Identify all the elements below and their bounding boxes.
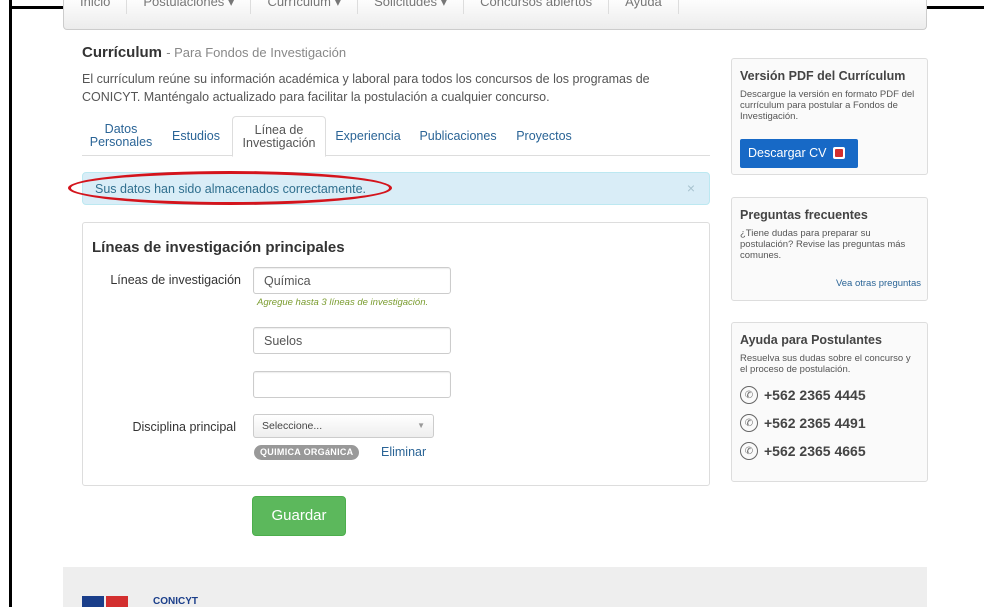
- nav-item-concursos[interactable]: Concursos abiertos: [464, 0, 610, 14]
- close-icon[interactable]: ×: [687, 180, 695, 196]
- page-subtitle: - Para Fondos de Investigación: [166, 45, 347, 60]
- lines-label: Líneas de investigación: [110, 273, 241, 287]
- chevron-down-icon: ▼: [417, 421, 425, 430]
- pdf-icon: [832, 147, 845, 159]
- research-lines-panel: Líneas de investigación principales Líne…: [82, 222, 710, 486]
- faq-more-link[interactable]: Vea otras preguntas: [836, 278, 921, 289]
- phone-1: ✆ +562 2365 4445: [740, 381, 919, 409]
- phone-2-number: +562 2365 4491: [764, 415, 866, 431]
- remove-discipline-link[interactable]: Eliminar: [381, 445, 426, 459]
- faq-box-text: ¿Tiene dudas para preparar su postulació…: [740, 228, 906, 261]
- sidebar-faq-box: Preguntas frecuentes ¿Tiene dudas para p…: [731, 197, 928, 301]
- tab-linea-investigacion[interactable]: Línea de Investigación: [232, 116, 326, 157]
- frame-left-border: [9, 0, 12, 607]
- faq-box-title: Preguntas frecuentes: [740, 208, 868, 222]
- footer-brand-name[interactable]: CONICYT: [153, 596, 198, 607]
- nav-item-postulaciones[interactable]: Postulaciones ▾: [127, 0, 252, 14]
- tab-estudios[interactable]: Estudios: [160, 116, 232, 156]
- tab-experiencia[interactable]: Experiencia: [326, 116, 410, 156]
- tab-proyectos[interactable]: Proyectos: [506, 116, 582, 156]
- logo-red-block: [106, 596, 128, 607]
- nav-item-solicitudes[interactable]: Solicitudes ▾: [358, 0, 465, 14]
- sidebar-pdf-box: Versión PDF del Currículum Descargue la …: [731, 58, 928, 175]
- discipline-label: Disciplina principal: [132, 420, 236, 434]
- lines-help-text: Agregue hasta 3 líneas de investigación.: [257, 297, 429, 308]
- nav-item-ayuda[interactable]: Ayuda: [609, 0, 679, 14]
- top-navigation: Inicio Postulaciones ▾ Currículum ▾ Soli…: [63, 0, 927, 30]
- logo-blue-block: [82, 596, 104, 607]
- save-button[interactable]: Guardar: [252, 496, 346, 536]
- nav-item-inicio[interactable]: Inicio: [64, 0, 128, 14]
- tab-bar: Datos Personales Estudios Línea de Inves…: [82, 116, 710, 157]
- help-box-text: Resuelva sus dudas sobre el concurso y e…: [740, 353, 911, 375]
- research-line-2-input[interactable]: Suelos: [253, 327, 451, 354]
- phone-1-number: +562 2365 4445: [764, 387, 866, 403]
- nav-item-curriculum[interactable]: Currículum ▾: [251, 0, 359, 14]
- pdf-box-text: Descargue la versión en formato PDF del …: [740, 89, 915, 122]
- sidebar-help-box: Ayuda para Postulantes Resuelva sus duda…: [731, 322, 928, 482]
- conicyt-logo: [82, 596, 132, 607]
- discipline-select[interactable]: Seleccione... ▼: [253, 414, 434, 438]
- research-line-1-input[interactable]: Química: [253, 267, 451, 294]
- help-box-title: Ayuda para Postulantes: [740, 333, 882, 347]
- phone-3-number: +562 2365 4665: [764, 443, 866, 459]
- tab-datos-personales[interactable]: Datos Personales: [82, 116, 160, 156]
- phone-icon: ✆: [740, 414, 758, 432]
- discipline-tag: QUIMICA ORGáNICA: [254, 445, 360, 460]
- phone-3: ✆ +562 2365 4665: [740, 437, 919, 465]
- page-footer: CONICYT: [63, 567, 927, 607]
- discipline-select-value: Seleccione...: [262, 420, 323, 432]
- tab-publicaciones[interactable]: Publicaciones: [410, 116, 506, 156]
- intro-text: El currículum reúne su información acadé…: [82, 72, 650, 104]
- phone-icon: ✆: [740, 442, 758, 460]
- page-title: Currículum - Para Fondos de Investigació…: [82, 44, 346, 61]
- research-line-3-input[interactable]: [253, 371, 451, 398]
- pdf-box-title: Versión PDF del Currículum: [740, 69, 906, 83]
- phone-icon: ✆: [740, 386, 758, 404]
- panel-heading: Líneas de investigación principales: [92, 239, 345, 256]
- download-cv-button[interactable]: Descargar CV: [740, 139, 858, 168]
- download-cv-label: Descargar CV: [748, 146, 827, 160]
- page-title-main: Currículum: [82, 44, 163, 61]
- highlight-ellipse: [68, 171, 392, 205]
- phone-2: ✆ +562 2365 4491: [740, 409, 919, 437]
